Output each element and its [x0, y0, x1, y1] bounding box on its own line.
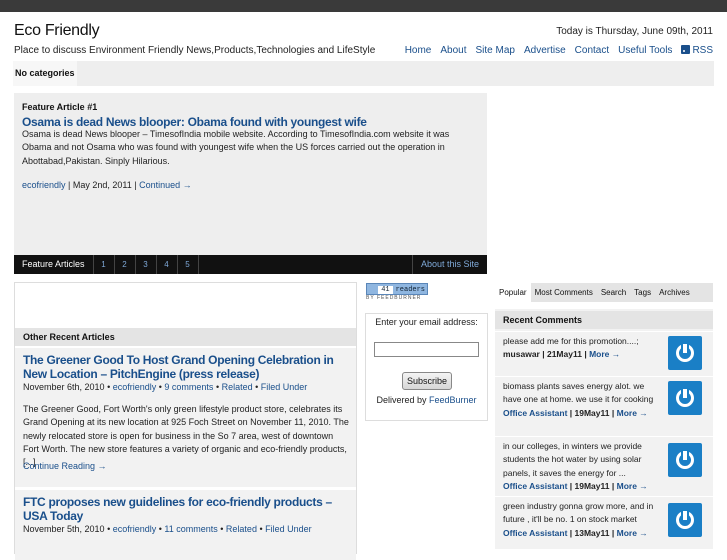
- continue-reading-link[interactable]: Continue Reading →: [23, 461, 107, 471]
- comment-date: 19May11: [574, 407, 610, 418]
- feature-page-3[interactable]: 3: [136, 255, 157, 274]
- email-subscribe-box: Enter your email address: Subscribe Deli…: [365, 313, 488, 421]
- comment-text: in our colleges, in winters we provide s…: [503, 441, 642, 478]
- site-tagline: Place to discuss Environment Friendly Ne…: [14, 45, 376, 56]
- recent-comments: Recent Comments please add me for this p…: [495, 309, 713, 549]
- comment-more-link[interactable]: More →: [617, 408, 648, 418]
- avatar: [668, 381, 702, 415]
- nav-useful-tools[interactable]: Useful Tools: [618, 45, 672, 56]
- category-bar: No categories: [13, 61, 714, 86]
- about-site-link[interactable]: About this Site: [411, 255, 487, 274]
- article-title[interactable]: FTC proposes new guidelines for eco-frie…: [23, 495, 343, 523]
- feature-page-1[interactable]: 1: [94, 255, 115, 274]
- article-meta: November 5th, 2010 • ecofriendly • 11 co…: [23, 524, 312, 534]
- comment-text: please add me for this promotion....;: [503, 336, 639, 346]
- feature-page-2[interactable]: 2: [115, 255, 136, 274]
- subscribe-button[interactable]: Subscribe: [402, 372, 452, 390]
- top-bar: [0, 0, 727, 12]
- delivered-by: Delivered by FeedBurner: [366, 395, 487, 405]
- nav-home[interactable]: Home: [405, 45, 432, 56]
- nav-rss-label: RSS: [692, 45, 713, 56]
- sidebar-tabs: Popular Most Comments Search Tags Archiv…: [495, 283, 713, 302]
- feature-meta: ecofriendly | May 2nd, 2011 | Continued …: [22, 180, 192, 190]
- feedburner-link[interactable]: FeedBurner: [429, 395, 477, 405]
- feature-title[interactable]: Osama is dead News blooper: Obama found …: [22, 115, 367, 129]
- article-filed[interactable]: Filed Under: [261, 382, 308, 392]
- comment-item: biomass plants saves energy alot. we hav…: [495, 376, 713, 437]
- article-comments[interactable]: 9 comments: [164, 382, 213, 392]
- feedburner-byline: BY FEEDBURNER: [366, 295, 422, 301]
- nav-about[interactable]: About: [440, 45, 466, 56]
- nav-site-map[interactable]: Site Map: [476, 45, 515, 56]
- feature-tabs-label: Feature Articles: [14, 255, 94, 274]
- feature-page-4[interactable]: 4: [157, 255, 178, 274]
- tab-popular[interactable]: Popular: [495, 283, 531, 302]
- site-title[interactable]: Eco Friendly: [14, 22, 100, 40]
- article-author[interactable]: ecofriendly: [113, 382, 157, 392]
- article-title[interactable]: The Greener Good To Host Grand Opening C…: [23, 353, 343, 381]
- feature-label: Feature Article #1: [22, 102, 98, 112]
- article-related[interactable]: Related: [222, 382, 253, 392]
- comment-user: musawar: [503, 349, 540, 360]
- comment-text: biomass plants saves energy alot. we hav…: [503, 381, 654, 405]
- article-date: November 5th, 2010: [23, 524, 105, 534]
- current-date: Today is Thursday, June 09th, 2011: [556, 26, 713, 37]
- feedburner-readers-badge[interactable]: 41 readers: [366, 283, 428, 295]
- comment-more-link[interactable]: More →: [589, 349, 620, 359]
- comment-more-link[interactable]: More →: [617, 528, 648, 538]
- article-date: November 6th, 2010: [23, 382, 105, 392]
- comment-user[interactable]: Office Assistant: [503, 528, 567, 538]
- nav-contact[interactable]: Contact: [575, 45, 609, 56]
- article-meta: November 6th, 2010 • ecofriendly • 9 com…: [23, 382, 308, 392]
- avatar: [668, 336, 702, 370]
- recent-heading: Other Recent Articles: [15, 328, 356, 346]
- comments-heading-label: Recent Comments: [503, 315, 583, 325]
- main-nav: Home About Site Map Advertise Contact Us…: [405, 45, 713, 56]
- readers-count: 41: [378, 286, 393, 294]
- comment-text: green industry gonna grow more, and in f…: [503, 501, 654, 525]
- delivered-by-text: Delivered by: [376, 395, 427, 405]
- feature-article: Feature Article #1 Osama is dead News bl…: [14, 93, 487, 255]
- feature-page-5[interactable]: 5: [178, 255, 199, 274]
- comment-item: in our colleges, in winters we provide s…: [495, 436, 713, 497]
- email-field[interactable]: [374, 342, 479, 357]
- avatar: [668, 503, 702, 537]
- comment-user[interactable]: Office Assistant: [503, 481, 567, 491]
- tab-tags[interactable]: Tags: [630, 283, 655, 302]
- comment-user[interactable]: Office Assistant: [503, 408, 567, 418]
- comment-item: green industry gonna grow more, and in f…: [495, 496, 713, 550]
- article-comments[interactable]: 11 comments: [164, 524, 217, 534]
- comments-heading: Recent Comments: [495, 311, 713, 329]
- nav-advertise[interactable]: Advertise: [524, 45, 566, 56]
- feature-continued-link[interactable]: Continued →: [139, 180, 192, 190]
- feature-date: May 2nd, 2011: [72, 180, 132, 190]
- tab-archives[interactable]: Archives: [655, 283, 694, 302]
- article-author[interactable]: ecofriendly: [113, 524, 157, 534]
- feature-author[interactable]: ecofriendly: [22, 180, 66, 190]
- avatar: [668, 443, 702, 477]
- recent-heading-label: Other Recent Articles: [23, 332, 115, 342]
- article-filed[interactable]: Filed Under: [265, 524, 312, 534]
- tab-most-comments[interactable]: Most Comments: [531, 283, 597, 302]
- nav-rss[interactable]: RSS: [681, 45, 713, 56]
- no-categories-label: No categories: [13, 61, 77, 86]
- article-related[interactable]: Related: [226, 524, 257, 534]
- readers-label: readers: [395, 286, 425, 294]
- email-label: Enter your email address:: [375, 317, 478, 327]
- tab-search[interactable]: Search: [597, 283, 630, 302]
- feature-tabs: Feature Articles 1 2 3 4 5 About this Si…: [14, 255, 487, 274]
- comment-date: 13May11: [574, 527, 610, 538]
- comment-more-link[interactable]: More →: [617, 481, 648, 491]
- rss-icon: [681, 45, 691, 54]
- article-excerpt: The Greener Good, Fort Worth's only gree…: [23, 404, 349, 468]
- feature-text: Osama is dead News blooper – TimesofIndi…: [22, 129, 450, 166]
- comment-item: please add me for this promotion....; mu…: [495, 331, 713, 377]
- article-item: FTC proposes new guidelines for eco-frie…: [15, 490, 356, 560]
- comment-date: 19May11: [574, 480, 610, 491]
- comment-date: 21May11: [546, 349, 582, 360]
- recent-articles: Other Recent Articles The Greener Good T…: [14, 282, 357, 560]
- article-item: The Greener Good To Host Grand Opening C…: [15, 348, 356, 487]
